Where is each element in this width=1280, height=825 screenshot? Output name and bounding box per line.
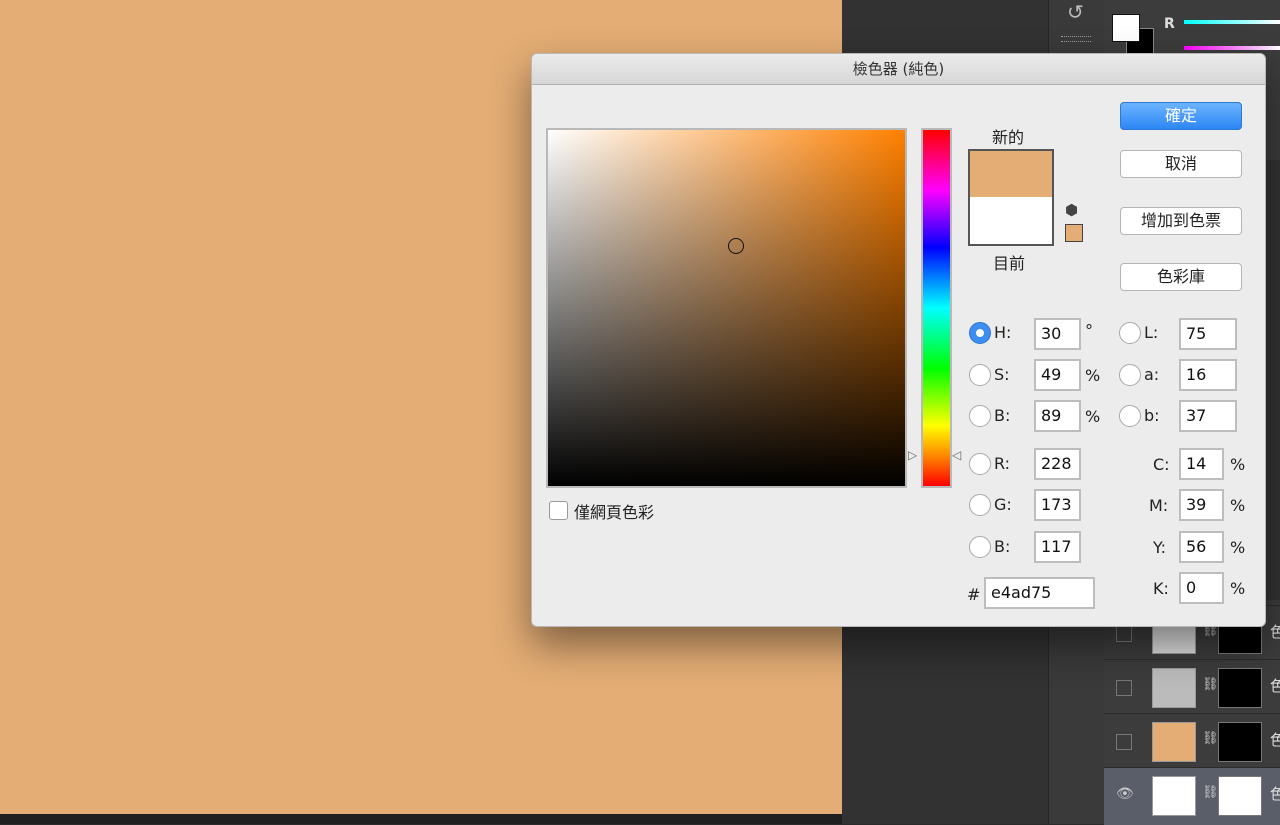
new-color-swatch xyxy=(970,151,1052,197)
current-color-swatch[interactable] xyxy=(970,197,1052,244)
l-input[interactable]: 75 xyxy=(1179,318,1237,350)
layer-mask-thumbnail[interactable] xyxy=(1218,722,1262,762)
color-libraries-button[interactable]: 色彩庫 xyxy=(1120,263,1242,291)
layer-name[interactable]: 色 xyxy=(1270,729,1280,750)
lab-b-label: b: xyxy=(1144,406,1160,425)
hue-arrow-left-icon[interactable]: ▷ xyxy=(908,448,917,462)
chain-icon[interactable]: ⛓ xyxy=(1202,785,1219,800)
color-picker-dialog: 檢色器 (純色) ▷ ◁ 僅網頁色彩 新的 目前 ⬢ 確定 取消 增加到色票 色… xyxy=(531,53,1266,627)
history-icon[interactable]: ↺ xyxy=(1067,0,1084,24)
current-color-label: 目前 xyxy=(993,254,1026,273)
eye-icon[interactable]: 👁 xyxy=(1116,786,1134,802)
color-field[interactable] xyxy=(546,128,907,488)
lab-b-input[interactable]: 37 xyxy=(1179,400,1237,432)
color-panel-r-label: R xyxy=(1164,16,1175,32)
r-input[interactable]: 228 xyxy=(1034,448,1081,480)
m-input[interactable]: 39 xyxy=(1179,489,1224,521)
blue-input[interactable]: 117 xyxy=(1034,531,1081,563)
k-unit: % xyxy=(1230,579,1246,598)
color-field-marker[interactable] xyxy=(728,238,744,254)
y-input[interactable]: 56 xyxy=(1179,531,1224,563)
r-label: R: xyxy=(994,454,1011,473)
s-label: S: xyxy=(994,365,1010,384)
cube-icon[interactable]: ⬢ xyxy=(1065,201,1078,219)
h-label: H: xyxy=(994,323,1012,342)
hex-input[interactable]: e4ad75 xyxy=(984,577,1095,609)
k-label: K: xyxy=(1153,579,1169,598)
layer-visibility-toggle[interactable] xyxy=(1116,626,1132,642)
hex-label: # xyxy=(967,585,981,604)
layer-visibility-toggle[interactable] xyxy=(1116,734,1132,750)
layer-name[interactable]: 色 xyxy=(1270,621,1280,642)
layer-visibility-toggle[interactable] xyxy=(1116,680,1132,696)
blue-radio[interactable] xyxy=(969,536,991,558)
ok-button[interactable]: 確定 xyxy=(1120,102,1242,130)
hue-slider[interactable] xyxy=(921,128,952,488)
new-color-label: 新的 xyxy=(992,128,1025,147)
s-unit: % xyxy=(1085,366,1101,385)
k-input[interactable]: 0 xyxy=(1179,572,1224,604)
chain-icon[interactable]: ⛓ xyxy=(1202,731,1219,746)
layer-thumbnail xyxy=(1152,668,1196,708)
s-input[interactable]: 49 xyxy=(1034,359,1081,391)
g-radio[interactable] xyxy=(969,494,991,516)
brightness-input[interactable]: 89 xyxy=(1034,400,1081,432)
dialog-title: 檢色器 (純色) xyxy=(532,54,1265,85)
s-radio[interactable] xyxy=(969,364,991,386)
layer-row[interactable]: ⛓ 色 xyxy=(1104,659,1280,714)
g-slider[interactable] xyxy=(1184,46,1280,50)
foreground-color-swatch[interactable] xyxy=(1112,14,1140,42)
g-input[interactable]: 173 xyxy=(1034,489,1081,521)
layer-mask-thumbnail[interactable] xyxy=(1218,668,1262,708)
layer-name[interactable]: 色 xyxy=(1270,783,1280,804)
blue-label: B: xyxy=(994,537,1011,556)
h-input[interactable]: 30 xyxy=(1034,318,1081,350)
chain-icon[interactable]: ⛓ xyxy=(1202,677,1219,692)
lab-b-radio[interactable] xyxy=(1119,405,1141,427)
a-label: a: xyxy=(1144,365,1160,384)
web-colors-only-checkbox[interactable] xyxy=(549,501,568,520)
c-label: C: xyxy=(1153,455,1170,474)
a-input[interactable]: 16 xyxy=(1179,359,1237,391)
r-slider[interactable] xyxy=(1184,20,1280,24)
grip-icon xyxy=(1061,36,1091,42)
layer-row[interactable]: ⛓ 色 xyxy=(1104,713,1280,768)
g-label: G: xyxy=(994,495,1012,514)
r-radio[interactable] xyxy=(969,453,991,475)
h-unit: ° xyxy=(1085,321,1093,340)
canvas-bottom-bar xyxy=(0,814,842,824)
brightness-radio[interactable] xyxy=(969,405,991,427)
a-radio[interactable] xyxy=(1119,364,1141,386)
cancel-button[interactable]: 取消 xyxy=(1120,150,1242,178)
m-label: M: xyxy=(1149,496,1169,515)
y-label: Y: xyxy=(1153,538,1167,557)
brightness-label: B: xyxy=(994,406,1011,425)
m-unit: % xyxy=(1230,496,1246,515)
hue-arrow-right-icon[interactable]: ◁ xyxy=(952,448,961,462)
layer-thumbnail xyxy=(1152,776,1196,816)
color-comparison-swatch xyxy=(968,149,1054,246)
layer-mask-thumbnail[interactable] xyxy=(1218,776,1262,816)
layer-row-selected[interactable]: 👁 ⛓ 色 xyxy=(1104,767,1280,825)
h-radio[interactable] xyxy=(969,322,991,344)
y-unit: % xyxy=(1230,538,1246,557)
web-colors-only-label: 僅網頁色彩 xyxy=(574,503,655,522)
add-to-swatches-button[interactable]: 增加到色票 xyxy=(1120,207,1242,235)
l-radio[interactable] xyxy=(1119,322,1141,344)
layer-name[interactable]: 色 xyxy=(1270,675,1280,696)
l-label: L: xyxy=(1144,323,1159,342)
brightness-unit: % xyxy=(1085,407,1101,426)
c-unit: % xyxy=(1230,455,1246,474)
c-input[interactable]: 14 xyxy=(1179,448,1224,480)
web-safe-swatch-icon[interactable] xyxy=(1065,224,1083,242)
layer-thumbnail xyxy=(1152,722,1196,762)
